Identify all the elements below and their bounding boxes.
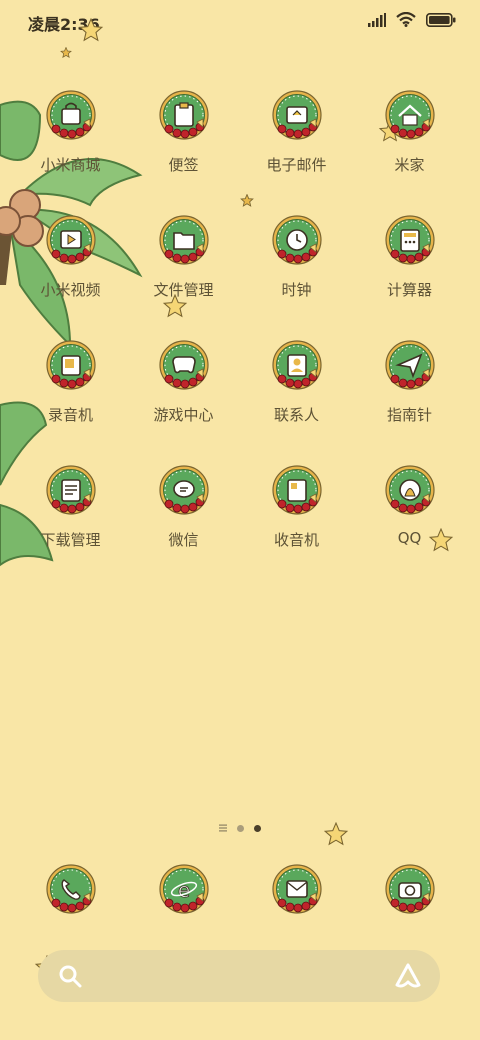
- search-bar[interactable]: [38, 950, 440, 1002]
- app-email[interactable]: 电子邮件: [240, 88, 353, 213]
- app-label: 文件管理: [153, 281, 214, 299]
- compass-icon: [382, 338, 438, 394]
- chat-icon: [156, 463, 212, 519]
- menu-lines-icon: [219, 824, 227, 832]
- app-notes[interactable]: 便签: [127, 88, 240, 213]
- app-clock[interactable]: 时钟: [240, 213, 353, 338]
- folder-icon: [156, 213, 212, 269]
- assistant-icon[interactable]: [394, 962, 422, 990]
- app-label: 电子邮件: [266, 156, 327, 174]
- app-label: 游戏中心: [153, 406, 214, 424]
- svg-text:e: e: [177, 878, 189, 902]
- app-label: 小米商城: [40, 156, 101, 174]
- app-file-manager[interactable]: 文件管理: [127, 213, 240, 338]
- app-game-center[interactable]: 游戏中心: [127, 338, 240, 463]
- contacts-icon: [269, 338, 325, 394]
- signal-icon: [368, 12, 386, 27]
- app-row: 下载管理 微信 收音机 QQ: [14, 463, 466, 588]
- dock-camera[interactable]: [353, 862, 466, 918]
- phone-icon: [43, 862, 99, 918]
- app-calculator[interactable]: 计算器: [353, 213, 466, 338]
- message-icon: [269, 862, 325, 918]
- app-radio[interactable]: 收音机: [240, 463, 353, 588]
- dock-messages[interactable]: [240, 862, 353, 918]
- search-icon: [59, 965, 82, 988]
- browser-icon: e: [156, 862, 212, 918]
- status-bar: 凌晨2:36: [0, 0, 480, 42]
- app-row: 小米视频 文件管理 时钟 计算器: [14, 213, 466, 338]
- note-icon: [156, 88, 212, 144]
- clock-icon: [269, 213, 325, 269]
- home-icon: [382, 88, 438, 144]
- app-downloads[interactable]: 下载管理: [14, 463, 127, 588]
- app-label: 便签: [168, 156, 199, 174]
- download-icon: [43, 463, 99, 519]
- app-label: 微信: [168, 531, 199, 549]
- app-row: 小米商城 便签 电子邮件 米家: [14, 88, 466, 213]
- radio-icon: [269, 463, 325, 519]
- camera-icon: [382, 862, 438, 918]
- dock: e: [14, 862, 466, 918]
- status-time: 凌晨2:36: [28, 15, 100, 34]
- app-contacts[interactable]: 联系人: [240, 338, 353, 463]
- app-grid: 小米商城 便签 电子邮件 米家 小米视频 文件管理 时钟 计算器 录音机 游戏中…: [14, 88, 466, 588]
- shop-bag-icon: [43, 88, 99, 144]
- app-label: 指南针: [386, 406, 432, 424]
- battery-icon: [426, 12, 456, 27]
- app-label: 收音机: [273, 531, 319, 549]
- page-dot: [237, 824, 244, 832]
- app-label: 录音机: [47, 406, 93, 424]
- app-mi-store[interactable]: 小米商城: [14, 88, 127, 213]
- app-compass[interactable]: 指南针: [353, 338, 466, 463]
- dock-browser[interactable]: e: [127, 862, 240, 918]
- app-label: 小米视频: [40, 281, 101, 299]
- star-decoration: [60, 47, 72, 59]
- app-label: 米家: [394, 156, 425, 174]
- app-mi-home[interactable]: 米家: [353, 88, 466, 213]
- email-icon: [269, 88, 325, 144]
- app-mi-video[interactable]: 小米视频: [14, 213, 127, 338]
- app-wechat[interactable]: 微信: [127, 463, 240, 588]
- recorder-icon: [43, 338, 99, 394]
- app-qq[interactable]: QQ: [353, 463, 466, 588]
- app-label: 下载管理: [40, 531, 101, 549]
- video-icon: [43, 213, 99, 269]
- page-dot-active: [254, 824, 261, 832]
- gamepad-icon: [156, 338, 212, 394]
- dock-phone[interactable]: [14, 862, 127, 918]
- app-label: 计算器: [386, 281, 432, 299]
- calculator-icon: [382, 213, 438, 269]
- app-row: 录音机 游戏中心 联系人 指南针: [14, 338, 466, 463]
- app-label: QQ: [397, 529, 422, 547]
- app-recorder[interactable]: 录音机: [14, 338, 127, 463]
- app-label: 联系人: [273, 406, 319, 424]
- wifi-icon: [396, 12, 416, 27]
- qq-icon: [382, 463, 438, 519]
- app-label: 时钟: [281, 281, 312, 299]
- page-indicator[interactable]: [0, 824, 480, 832]
